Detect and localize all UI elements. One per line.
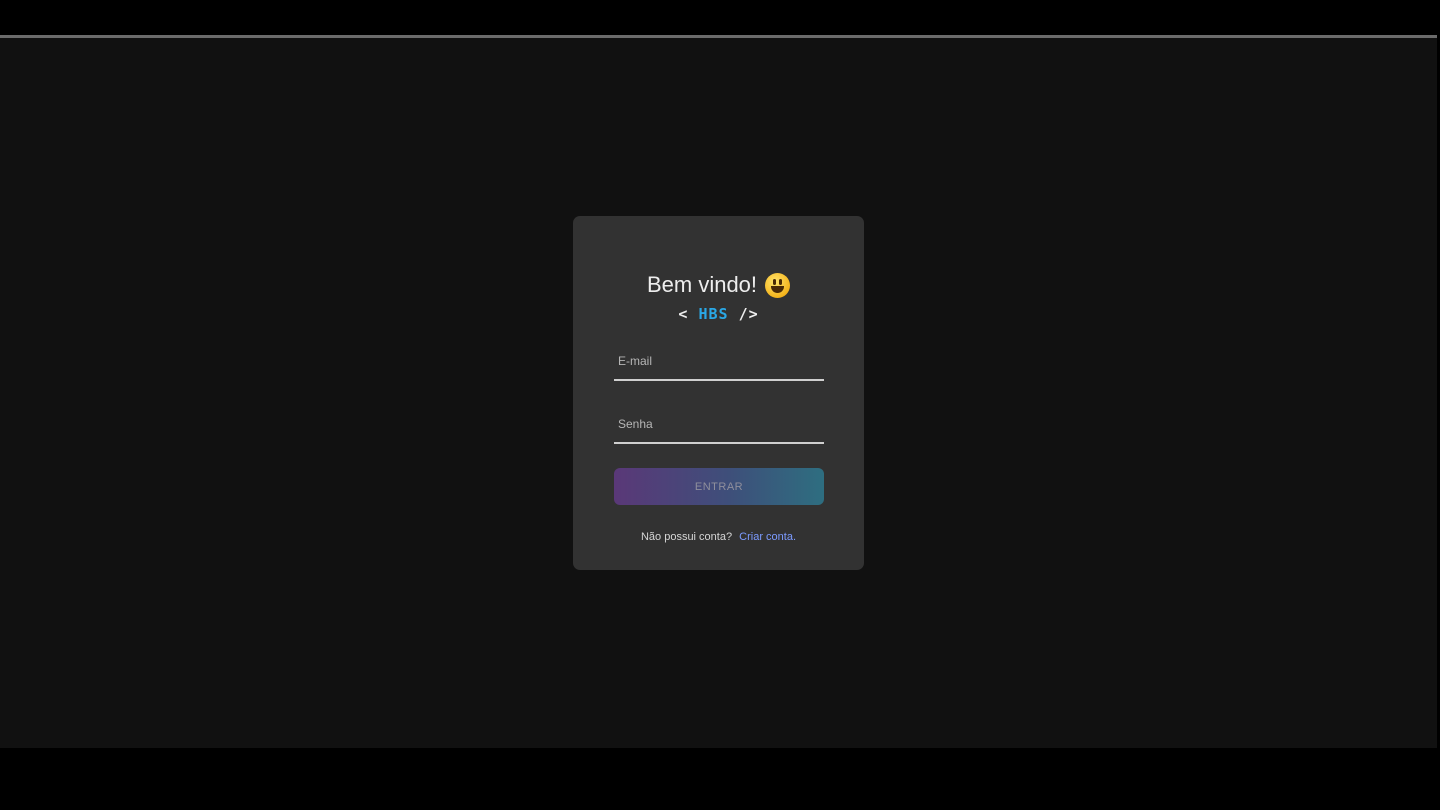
logo-name: HBS bbox=[698, 305, 729, 323]
logo-close-bracket: /> bbox=[738, 305, 759, 323]
password-field[interactable] bbox=[614, 406, 824, 442]
login-button[interactable]: ENTRAR bbox=[614, 468, 824, 505]
email-field[interactable] bbox=[614, 343, 824, 379]
welcome-title: Bem vindo! bbox=[646, 272, 758, 297]
smiley-face-icon bbox=[765, 272, 791, 298]
email-field-wrapper bbox=[614, 343, 824, 381]
hbs-logo: < HBS /> bbox=[573, 305, 864, 323]
logo-open-bracket: < bbox=[678, 305, 689, 323]
login-card: Bem vindo! < HBS /> ENTRAR Não possui co… bbox=[573, 216, 864, 570]
welcome-heading: Bem vindo! bbox=[573, 272, 864, 298]
top-black-bar bbox=[0, 0, 1440, 36]
password-field-wrapper bbox=[614, 406, 824, 444]
create-account-link[interactable]: Criar conta. bbox=[739, 531, 796, 543]
signup-question: Não possui conta? bbox=[640, 531, 733, 543]
bottom-black-bar bbox=[0, 748, 1440, 810]
signup-prompt: Não possui conta? Criar conta. bbox=[573, 531, 864, 543]
